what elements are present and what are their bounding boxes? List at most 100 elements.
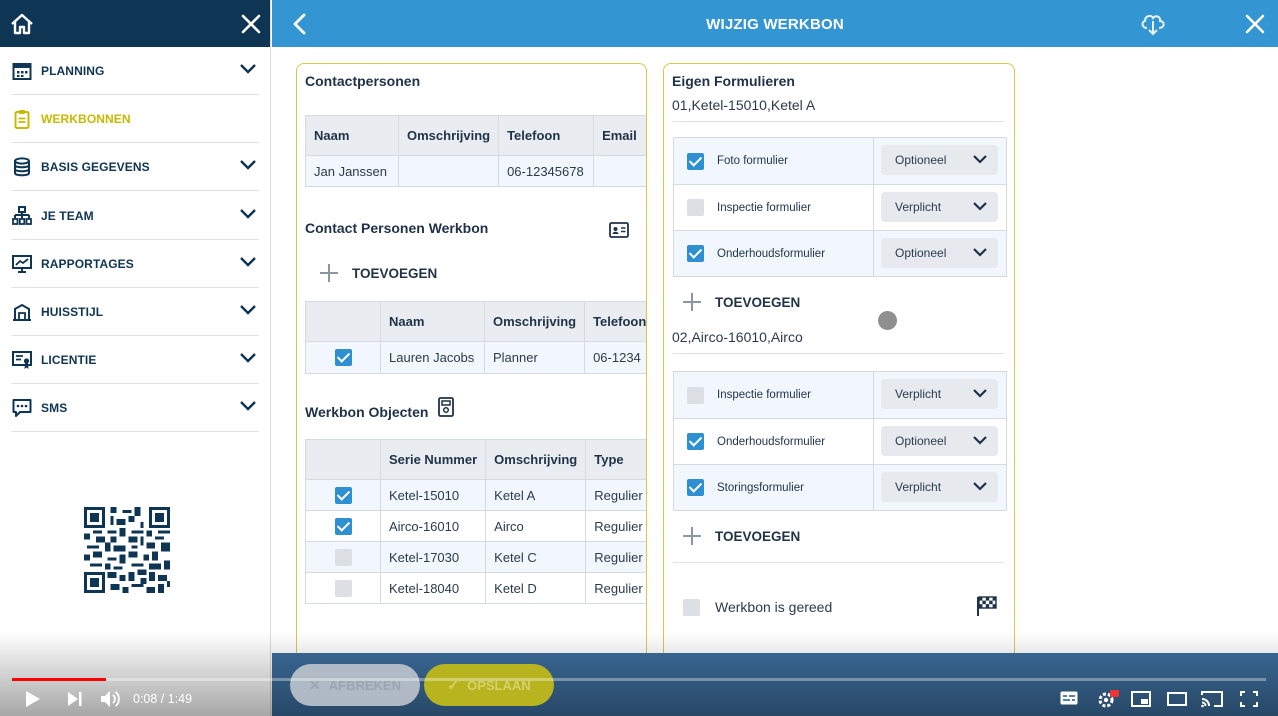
chevron-down-icon <box>973 202 987 211</box>
next-icon[interactable] <box>67 691 83 712</box>
settings-icon[interactable] <box>1097 689 1119 714</box>
row-checkbox[interactable] <box>334 548 352 566</box>
form-status-select[interactable]: Verplicht <box>881 472 998 502</box>
sidebar-item-label: BASIS GEGEVENS <box>41 159 150 174</box>
table-cell: Regulier <box>585 572 646 604</box>
close-icon[interactable] <box>1244 13 1266 40</box>
form-status-select[interactable]: Verplicht <box>881 379 998 409</box>
form-row[interactable]: Inspectie formulier Verplicht <box>674 184 1006 230</box>
chevron-down-icon[interactable] <box>239 62 257 80</box>
column-header: Omschrijving <box>484 301 586 342</box>
gereed-checkbox[interactable] <box>683 599 700 616</box>
table-cell: Lauren Jacobs <box>380 341 485 374</box>
sidebar-item-werkbonnen[interactable]: WERKBONNEN <box>11 95 259 143</box>
sidebar-item-label: RAPPORTAGES <box>41 256 134 271</box>
form-row[interactable]: Storingsformulier Verplicht <box>674 464 1006 510</box>
chevron-down-icon[interactable] <box>239 255 257 273</box>
table-row[interactable]: Ketel-15010 Ketel A Regulier <box>305 479 646 511</box>
form-status-select[interactable]: Optioneel <box>881 426 998 456</box>
form-row[interactable]: Onderhoudsformulier Optioneel <box>674 418 1006 464</box>
row-checkbox[interactable] <box>334 486 352 504</box>
form-status-select[interactable]: Optioneel <box>881 238 998 268</box>
table-row[interactable]: Ketel-17030 Ketel C Regulier <box>305 541 646 573</box>
table-cell: 06-12345678 <box>498 155 595 187</box>
play-icon[interactable] <box>25 690 41 713</box>
sidebar-item-licentie[interactable]: LICENTIE <box>11 336 259 384</box>
form-status-select[interactable]: Verplicht <box>881 192 998 222</box>
add-label: TOEVOEGEN <box>715 294 801 310</box>
column-header <box>305 439 381 480</box>
sidebar-top-bar <box>0 0 270 47</box>
form-status-select[interactable]: Optioneel <box>881 145 998 175</box>
fullscreen-icon[interactable] <box>1240 691 1258 712</box>
video-progress-bar[interactable] <box>12 678 1266 681</box>
top-header: WIJZIG WERKBON <box>272 0 1278 47</box>
sidebar-item-rapportages[interactable]: RAPPORTAGES <box>11 240 259 288</box>
form-status-value: Verplicht <box>895 387 942 401</box>
sidebar-item-basis-gegevens[interactable]: BASIS GEGEVENS <box>11 143 259 191</box>
form-checkbox[interactable] <box>687 152 704 170</box>
chevron-down-icon[interactable] <box>239 303 257 321</box>
home-icon[interactable] <box>9 12 35 36</box>
sidebar-item-sms[interactable]: SMS <box>11 384 259 432</box>
add-contact-button[interactable]: TOEVOEGEN <box>320 264 437 282</box>
sidebar-item-je-team[interactable]: JE TEAM <box>11 192 259 240</box>
table-cell: Ketel C <box>485 541 587 573</box>
column-header: Telefoon <box>584 301 646 342</box>
row-checkbox[interactable] <box>334 349 352 367</box>
close-icon[interactable] <box>240 13 262 35</box>
section-title-contact-werkbon: Contact Personen Werkbon <box>305 220 489 236</box>
cloud-download-icon[interactable] <box>1140 12 1166 41</box>
sidebar-item-planning[interactable]: PLANNING <box>11 47 259 95</box>
form-checkbox[interactable] <box>687 479 704 496</box>
sidebar-item-label: WERKBONNEN <box>41 111 131 126</box>
subtitles-icon[interactable] <box>1060 691 1078 710</box>
form-name: Foto formulier <box>717 138 874 184</box>
sidebar-item-label: LICENTIE <box>41 352 97 367</box>
werkbon-objecten-table: Serie Nummer Omschrijving Type Ketel-150… <box>305 439 646 604</box>
form-checkbox[interactable] <box>687 245 704 262</box>
form-row[interactable]: Onderhoudsformulier Optioneel <box>674 230 1006 276</box>
chevron-down-icon[interactable] <box>239 351 257 369</box>
row-checkbox[interactable] <box>334 517 352 535</box>
add-label: TOEVOEGEN <box>715 528 801 544</box>
table-row[interactable]: Airco-16010 Airco Regulier <box>305 510 646 542</box>
cast-icon[interactable] <box>1201 690 1223 713</box>
save-button[interactable]: ✓ OPSLAAN <box>424 664 554 706</box>
form-row[interactable]: Foto formulier Optioneel <box>674 138 1006 184</box>
sidebar-item-huisstijl[interactable]: HUISSTIJL <box>11 288 259 336</box>
form-checkbox[interactable] <box>687 386 704 404</box>
table-row[interactable]: Jan Janssen 06-12345678 <box>305 155 646 187</box>
volume-icon[interactable] <box>100 689 122 714</box>
chevron-down-icon[interactable] <box>239 158 257 176</box>
table-cell: Regulier <box>585 479 646 511</box>
table-row[interactable]: Lauren Jacobs Planner 06-1234 <box>305 341 646 374</box>
miniplayer-icon[interactable] <box>1131 691 1151 712</box>
section-title-werkbon-objecten: Werkbon Objecten <box>305 404 429 420</box>
table-cell: Airco-16010 <box>380 510 487 542</box>
table-cell <box>398 155 500 187</box>
table-row[interactable]: Ketel-18040 Ketel D Regulier <box>305 572 646 604</box>
sidebar: PLANNING WERKBONNEN BASIS GEGEVENS JE TE… <box>0 0 271 716</box>
form-row[interactable]: Inspectie formulier Verplicht <box>674 372 1006 418</box>
form-checkbox[interactable] <box>687 433 704 450</box>
sidebar-item-label: SMS <box>41 400 68 415</box>
boiler-icon[interactable] <box>438 397 454 422</box>
column-header: Naam <box>305 115 399 156</box>
video-time: 0:08 / 1:49 <box>133 692 193 706</box>
add-form-button[interactable]: TOEVOEGEN <box>683 293 800 311</box>
contact-card-icon[interactable] <box>609 222 629 243</box>
theater-mode-icon[interactable] <box>1167 692 1187 711</box>
form-checkbox[interactable] <box>687 199 704 216</box>
row-checkbox[interactable] <box>334 579 352 597</box>
chevron-down-icon[interactable] <box>239 399 257 417</box>
divider <box>673 121 1004 122</box>
sidebar-item-label: JE TEAM <box>41 208 94 223</box>
section-title-contactpersonen: Contactpersonen <box>305 73 421 89</box>
add-form-button[interactable]: TOEVOEGEN <box>683 527 800 545</box>
cancel-button[interactable]: ✕ AFBREKEN <box>290 664 420 706</box>
certificate-icon <box>11 349 33 371</box>
form-status-value: Verplicht <box>895 200 942 214</box>
form-group: Inspectie formulier Verplicht Onderhouds… <box>673 371 1007 511</box>
chevron-down-icon[interactable] <box>239 207 257 225</box>
